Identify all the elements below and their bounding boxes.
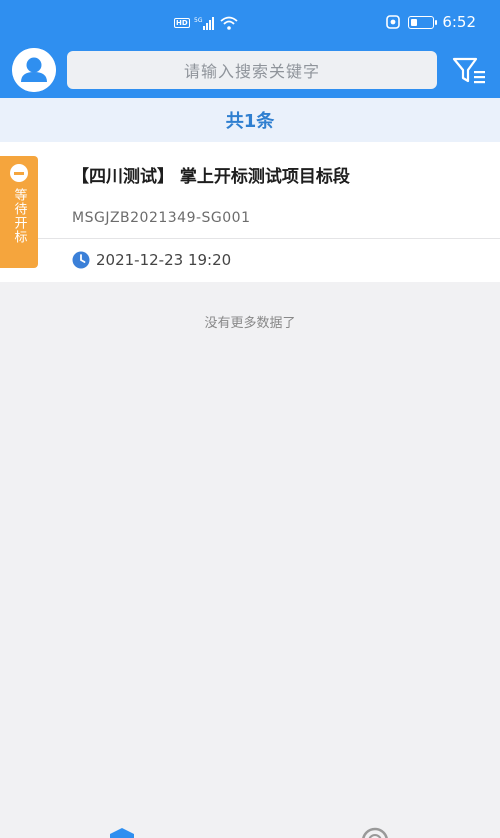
item-code: MSGJZB2021349-SG001 bbox=[72, 210, 251, 226]
alarm-icon bbox=[386, 15, 401, 29]
status-badge: 等待开标 bbox=[0, 156, 38, 268]
item-title: 【四川测试】 掌上开标测试项目标段 bbox=[72, 167, 350, 187]
result-count: 共1条 bbox=[225, 111, 275, 132]
search-input[interactable]: 请输入搜索关键字 bbox=[67, 51, 437, 89]
status-time: 6:52 bbox=[442, 13, 476, 31]
app-header: HD 5G 6:52 请输入搜索关键字 bbox=[0, 0, 500, 98]
clock-icon bbox=[72, 251, 90, 269]
divider bbox=[38, 238, 500, 239]
hd-badge: HD bbox=[174, 18, 190, 28]
filter-menu-icon bbox=[452, 57, 485, 84]
wifi-icon bbox=[220, 16, 238, 30]
item-datetime-row: 2021-12-23 19:20 bbox=[72, 251, 231, 269]
result-count-bar: 共1条 bbox=[0, 98, 500, 142]
avatar[interactable] bbox=[12, 48, 56, 92]
minus-circle-icon bbox=[10, 164, 28, 182]
no-more-data: 没有更多数据了 bbox=[204, 316, 296, 331]
bottom-tab-bar bbox=[0, 822, 500, 838]
search-placeholder: 请输入搜索关键字 bbox=[183, 62, 320, 81]
profile-tab-icon[interactable] bbox=[360, 826, 390, 838]
list-item[interactable]: 等待开标 【四川测试】 掌上开标测试项目标段 MSGJZB2021349-SG0… bbox=[0, 142, 500, 282]
filter-button[interactable] bbox=[452, 56, 488, 86]
cell-signal-icon: 5G bbox=[194, 17, 214, 30]
status-bar: HD 5G 6:52 bbox=[0, 0, 500, 44]
svg-text:5G: 5G bbox=[194, 17, 203, 24]
user-avatar-icon bbox=[12, 48, 56, 92]
battery-icon bbox=[408, 15, 438, 29]
status-label: 等待开标 bbox=[11, 188, 27, 244]
network-indicators: HD 5G bbox=[174, 15, 238, 31]
status-right: 6:52 bbox=[386, 13, 476, 31]
home-tab-icon[interactable] bbox=[108, 826, 136, 838]
item-datetime: 2021-12-23 19:20 bbox=[96, 251, 232, 269]
